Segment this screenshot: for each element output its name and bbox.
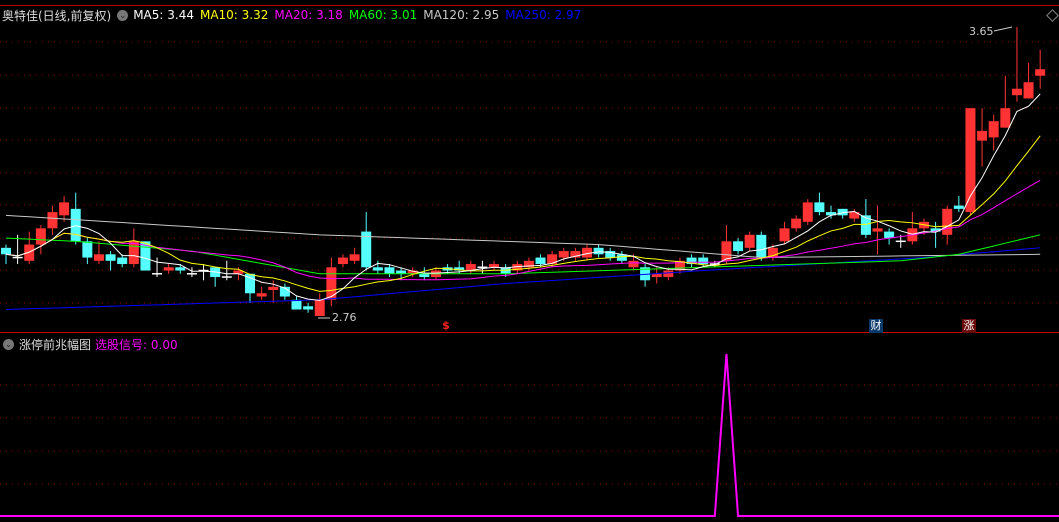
candle-body <box>814 202 825 213</box>
candle-body <box>872 228 883 232</box>
candle-body <box>1035 69 1046 76</box>
candle-body <box>884 231 895 239</box>
candle-body <box>791 218 802 229</box>
candle-body <box>93 254 104 261</box>
candle-body <box>558 251 569 258</box>
ma60-line <box>5 234 1041 275</box>
candle-body <box>175 267 186 271</box>
candle-body <box>593 247 604 255</box>
candle-body <box>47 212 58 229</box>
candle-body <box>1011 88 1022 96</box>
indicator-legend: ⌄ 涨停前兆幅图 选股信号: 0.00 <box>3 336 182 353</box>
candle-body <box>628 260 639 268</box>
high-arrow <box>993 26 1013 32</box>
candle-body <box>942 208 953 235</box>
candle-body <box>70 208 81 242</box>
chevron-down-icon[interactable]: ⌄ <box>3 339 14 350</box>
candle-body <box>326 267 337 300</box>
candle-body <box>1023 82 1034 99</box>
candle-body <box>337 257 348 265</box>
indicator-name: 涨停前兆幅图 <box>19 338 92 352</box>
candle-body <box>744 234 755 248</box>
candle-body <box>698 257 709 265</box>
candle-body <box>82 241 93 258</box>
candle-body <box>779 228 790 242</box>
candle-body <box>988 121 999 138</box>
candle-body <box>756 234 767 258</box>
candle-body <box>1000 108 1011 128</box>
candle-body <box>802 202 813 222</box>
ma250-line <box>5 247 1041 311</box>
candle-body <box>547 254 558 265</box>
candle-body <box>35 228 46 245</box>
ma5-line <box>5 93 1041 301</box>
ma10-line <box>5 135 1041 292</box>
candle-body <box>663 270 674 278</box>
candle-body <box>105 254 116 261</box>
ma20-line <box>5 179 1041 281</box>
high-price-label: 3.65 <box>969 25 994 38</box>
candle-body <box>535 257 546 265</box>
candle-body <box>977 130 988 141</box>
signal-line <box>0 353 1059 517</box>
candle-body <box>24 244 35 261</box>
candle-body <box>268 286 279 291</box>
candle-body <box>59 202 70 216</box>
dollar-marker[interactable]: $ <box>439 319 453 333</box>
candle-body <box>953 205 964 209</box>
candle-body <box>349 254 360 261</box>
candle-body <box>303 306 314 310</box>
limit-up-marker[interactable]: 涨 <box>962 319 976 333</box>
candlestick-chart[interactable] <box>0 0 1059 522</box>
candle-body <box>372 267 383 271</box>
finance-marker[interactable]: 财 <box>869 319 883 333</box>
candle-body <box>256 293 267 297</box>
candle-body <box>733 241 744 252</box>
candle-body <box>314 299 325 316</box>
low-price-label: 2.76 <box>332 311 357 324</box>
candle-body <box>1 247 11 255</box>
candle-body <box>163 267 174 271</box>
signal-value: 选股信号: 0.00 <box>95 338 178 352</box>
candle-body <box>291 299 302 310</box>
candle-body <box>128 241 139 265</box>
candle-body <box>384 267 395 274</box>
candle-body <box>117 257 128 265</box>
